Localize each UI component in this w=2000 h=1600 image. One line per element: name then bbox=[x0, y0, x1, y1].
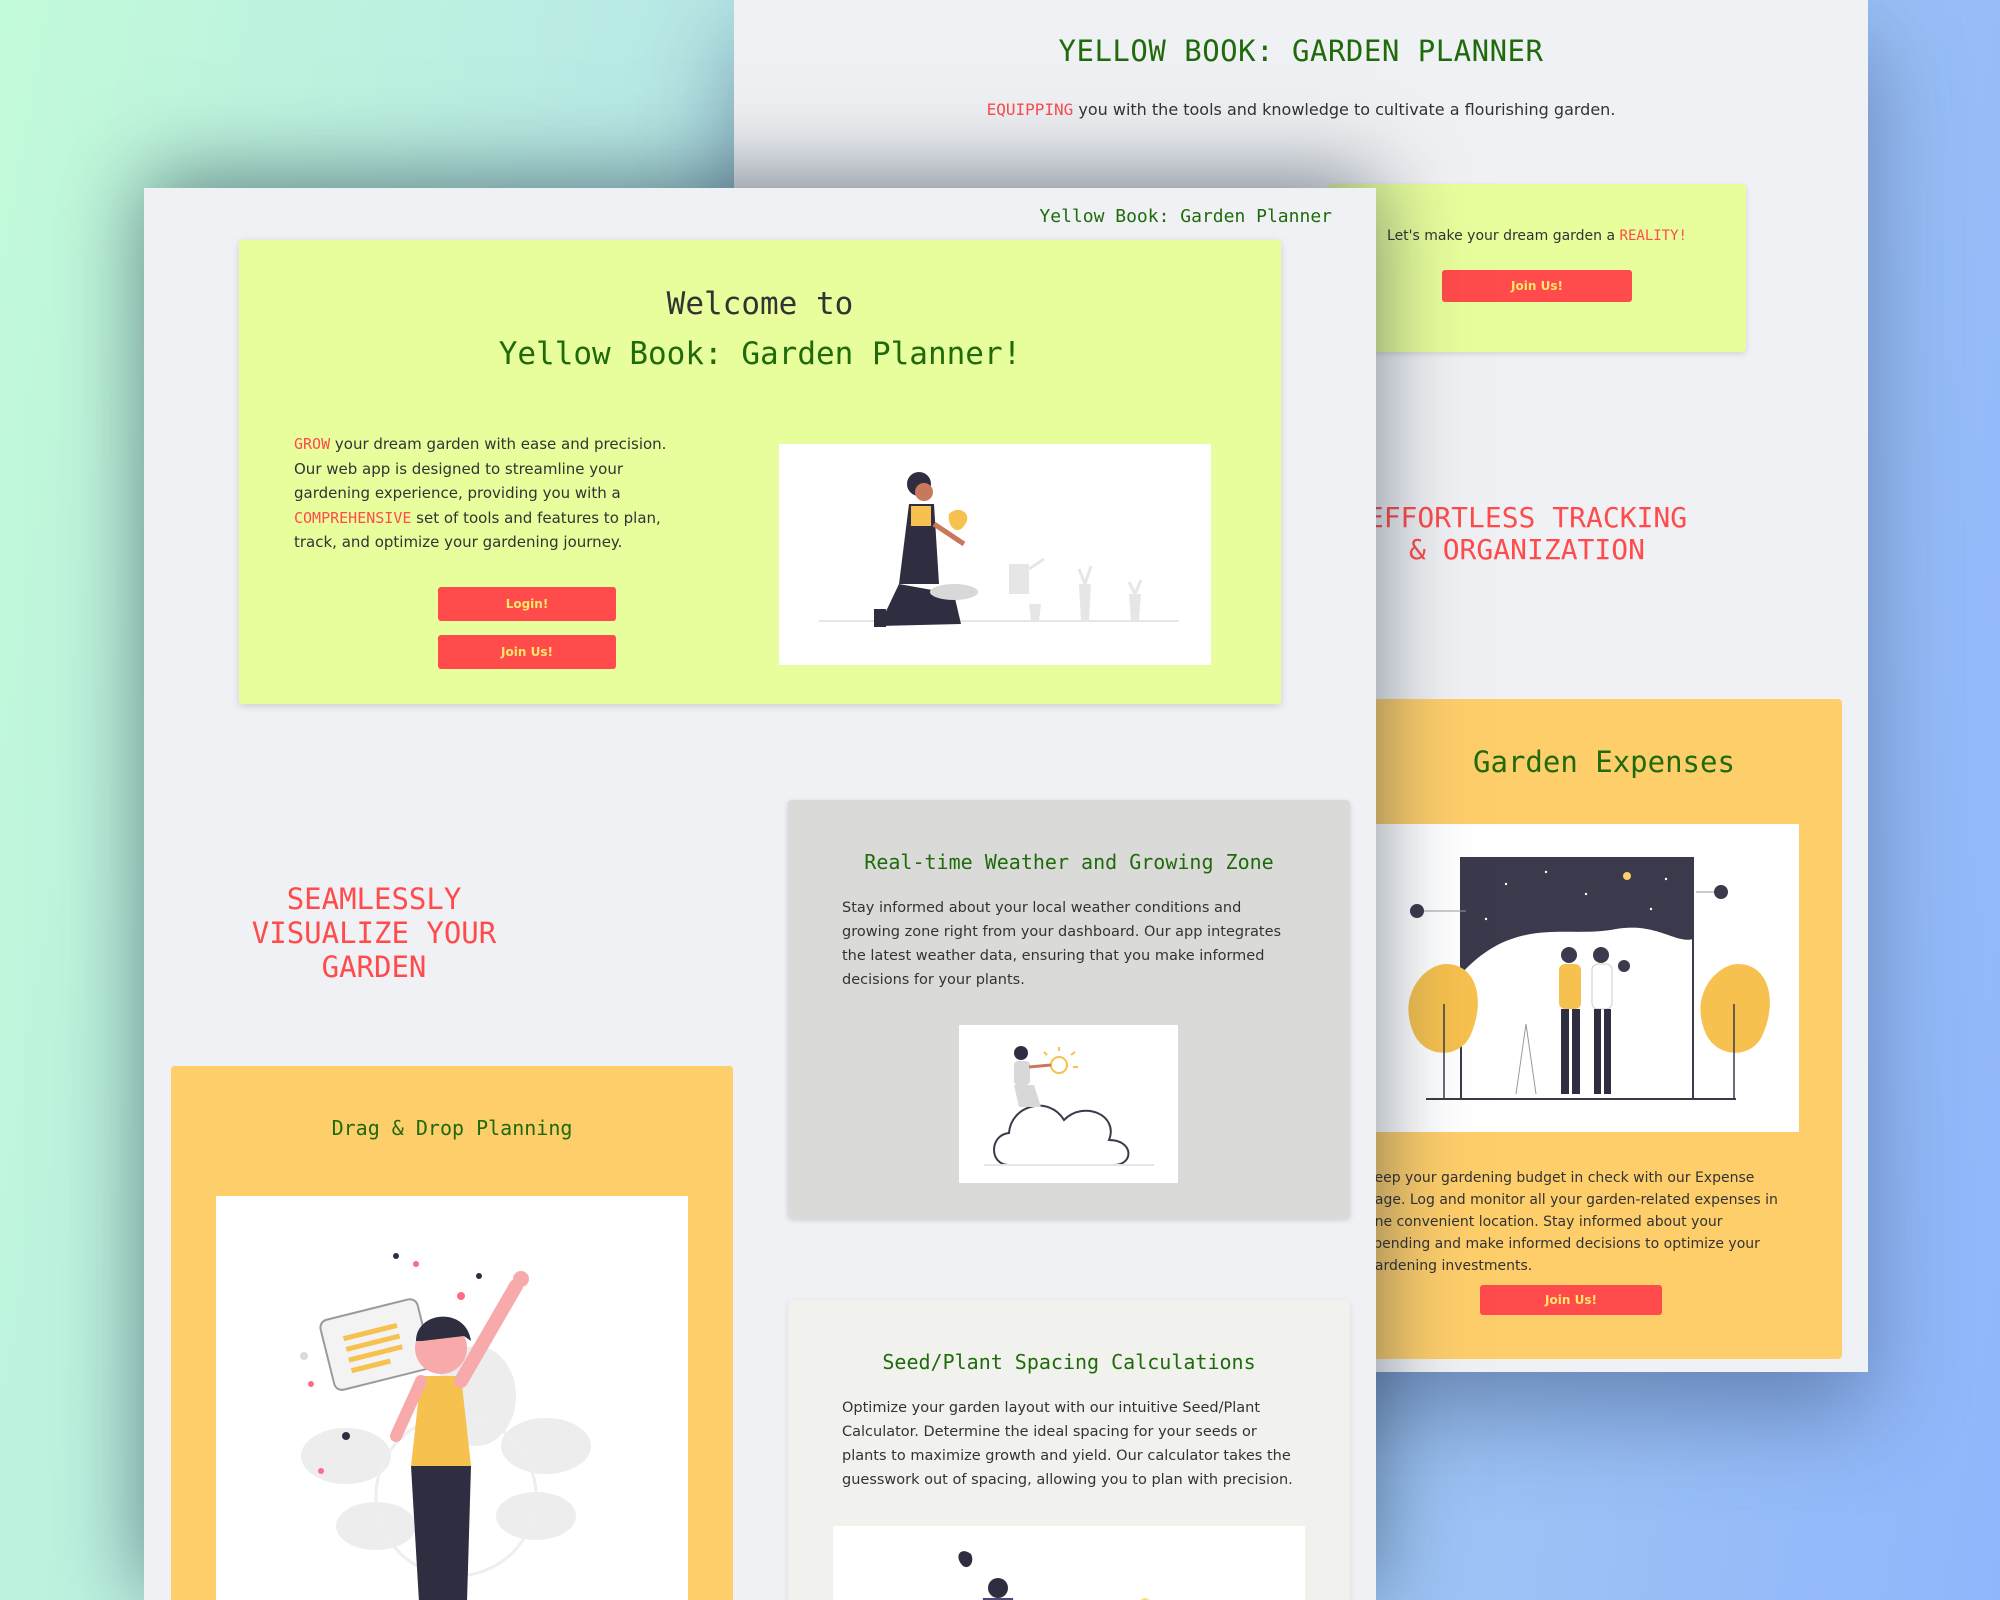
back-page-title: YELLOW BOOK: GARDEN PLANNER bbox=[1058, 34, 1544, 68]
back-page-subtitle: EQUIPPING you with the tools and knowled… bbox=[734, 100, 1868, 119]
back-subtitle-highlight: EQUIPPING bbox=[986, 100, 1074, 119]
seed-illustration bbox=[833, 1526, 1305, 1600]
hero-card: Welcome to Yellow Book: Garden Planner! … bbox=[239, 240, 1281, 704]
brand-logo-text[interactable]: Yellow Book: Garden Planner bbox=[1039, 206, 1332, 227]
back-cta-label: Let's make your dream garden a bbox=[1387, 228, 1620, 244]
login-button[interactable]: Login! bbox=[438, 587, 616, 621]
seed-spacing-card: Seed/Plant Spacing Calculations Optimize… bbox=[788, 1300, 1350, 1600]
back-join-button[interactable]: Join Us! bbox=[1442, 270, 1632, 302]
hero-welcome-line: Welcome to bbox=[666, 286, 854, 322]
hero-description: GROW your dream garden with ease and pre… bbox=[294, 432, 692, 555]
drag-drop-card: Drag & Drop Planning bbox=[171, 1066, 733, 1600]
drag-drop-illustration bbox=[216, 1196, 688, 1600]
weather-illustration bbox=[959, 1025, 1178, 1183]
hero-highlight-grow: GROW bbox=[294, 435, 331, 453]
weather-feature-card: Real-time Weather and Growing Zone Stay … bbox=[788, 800, 1350, 1218]
expenses-title: Garden Expenses bbox=[1473, 745, 1735, 779]
expenses-description: Keep your gardening budget in check with… bbox=[1366, 1170, 1778, 1274]
weather-description: Stay informed about your local weather c… bbox=[842, 900, 1282, 988]
hero-highlight-comprehensive: COMPREHENSIVE bbox=[294, 508, 412, 527]
tracking-heading: EFFORTLESS TRACKING & ORGANIZATION bbox=[1366, 501, 1688, 566]
join-button[interactable]: Join Us! bbox=[438, 635, 616, 669]
visualize-heading: SEAMLESSLY VISUALIZE YOUR GARDEN bbox=[251, 882, 497, 984]
gardener-illustration bbox=[779, 444, 1211, 665]
expenses-illustration bbox=[1366, 824, 1799, 1132]
expenses-join-button[interactable]: Join Us! bbox=[1480, 1285, 1662, 1315]
back-cta-card: Let's make your dream garden a REALITY! … bbox=[1328, 184, 1746, 352]
back-subtitle-text: you with the tools and knowledge to cult… bbox=[1073, 100, 1616, 119]
seed-description: Optimize your garden layout with our int… bbox=[842, 1400, 1293, 1488]
back-cta-highlight: REALITY! bbox=[1619, 228, 1687, 244]
drag-title: Drag & Drop Planning bbox=[331, 1116, 573, 1140]
expenses-card: Garden Expenses Keep your gardening budg… bbox=[1366, 699, 1842, 1359]
seed-title: Seed/Plant Spacing Calculations bbox=[882, 1350, 1256, 1374]
hero-app-name: Yellow Book: Garden Planner! bbox=[498, 336, 1022, 372]
hero-text-part1: your dream garden with ease and precisio… bbox=[294, 435, 667, 502]
weather-title: Real-time Weather and Growing Zone bbox=[864, 850, 1274, 874]
front-page-screenshot: Yellow Book: Garden Planner Welcome to Y… bbox=[144, 188, 1376, 1600]
back-cta-text: Let's make your dream garden a REALITY! bbox=[1328, 228, 1746, 244]
